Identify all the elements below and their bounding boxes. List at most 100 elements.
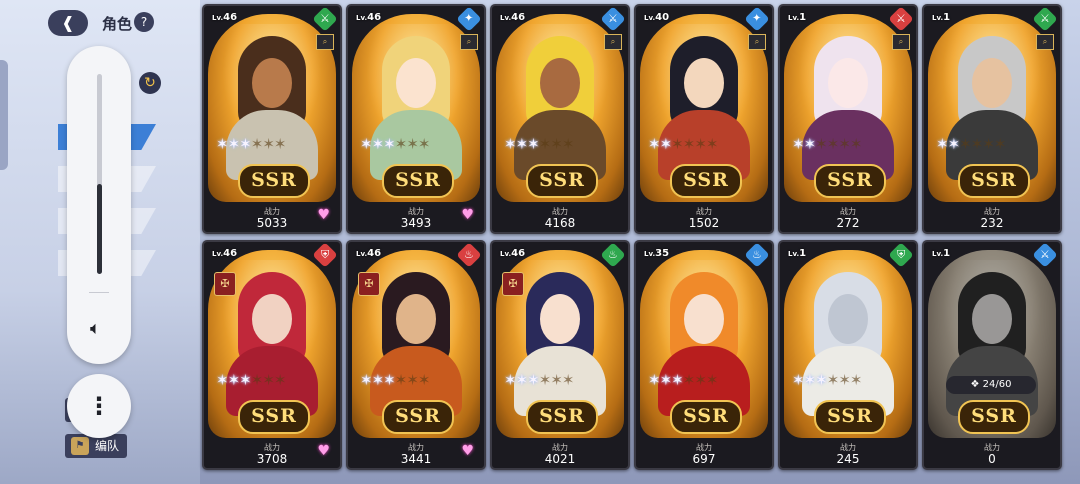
character-card[interactable]: Lv.46 ⚔ ⌕ ✶✶✶✶✶✶ SSR 战力 5033 ♥ [202, 4, 342, 234]
level-prefix: Lv. [644, 250, 656, 258]
character-card[interactable]: Lv.40 ✦ ⌕ ✶✶✶✶✶✶ SSR 战力 1502 [634, 4, 774, 234]
star-icon: ✶ [515, 135, 529, 153]
star-icon: ✶ [705, 371, 719, 389]
star-icon: ✶ [959, 135, 972, 153]
portrait-face [828, 58, 868, 108]
class-icon: ⌕ [892, 34, 910, 50]
star-icon: ✶ [216, 135, 229, 153]
character-card[interactable]: Lv.46 ♨ ✠ ✶✶✶✶✶✶ SSR 战力 3441 ♥ [346, 240, 486, 470]
star-icon: ✶ [550, 135, 563, 153]
heart-icon[interactable]: ♥ [461, 207, 474, 223]
speaker-icon[interactable]: 🔈︎ [90, 318, 101, 339]
portrait-face [828, 294, 868, 344]
star-rating: ✶✶✶✶✶✶ [792, 136, 902, 152]
star-icon: ✶ [694, 135, 707, 153]
back-arrow-icon: ❰ [61, 13, 75, 32]
level-label: Lv.35 [644, 248, 669, 259]
star-icon: ✶ [417, 135, 431, 153]
star-icon: ✶ [227, 135, 241, 153]
heart-icon[interactable]: ♥ [461, 443, 474, 459]
star-icon: ✶ [682, 371, 696, 389]
heart-icon[interactable]: ♥ [317, 207, 330, 223]
level-value: 1 [943, 248, 951, 259]
combat-power-value: 1502 [688, 216, 720, 230]
character-card[interactable]: Lv.46 ♨ ✠ ✶✶✶✶✶✶ SSR 战力 4021 [490, 240, 630, 470]
star-icon: ✶ [406, 135, 419, 153]
shard-progress: ❖ 24/60 [946, 376, 1036, 394]
star-rating: ✶✶✶✶✶✶ [360, 136, 470, 152]
star-icon: ✶ [239, 371, 252, 389]
character-card[interactable]: Lv.1 ⚔ ⌕ ✶✶✶✶✶✶ SSR 战力 272 [778, 4, 918, 234]
combat-power-value: 697 [692, 452, 716, 466]
star-rating: ✶✶✶✶✶✶ [792, 372, 902, 388]
portrait-face [540, 58, 580, 108]
star-icon: ✶ [849, 371, 863, 389]
volume-panel: 🔈︎ [67, 46, 131, 364]
level-prefix: Lv. [356, 250, 368, 258]
level-value: 46 [223, 12, 238, 23]
star-icon: ✶ [815, 371, 828, 389]
class-icon: ⌕ [604, 34, 622, 50]
character-card[interactable]: Lv.46 ⛨ ✠ ✶✶✶✶✶✶ SSR 战力 3708 ♥ [202, 240, 342, 470]
star-icon: ✶ [371, 371, 385, 389]
character-card[interactable]: Lv.1 ⚔ ⌕ ✶✶✶✶✶✶ SSR 战力 232 [922, 4, 1062, 234]
star-icon: ✶ [970, 135, 984, 153]
refresh-icon: ↻ [144, 75, 156, 91]
level-label: Lv.46 [500, 12, 525, 23]
level-prefix: Lv. [500, 14, 512, 22]
level-prefix: Lv. [356, 14, 368, 22]
portrait-face [252, 58, 292, 108]
star-icon: ✶ [705, 135, 719, 153]
level-prefix: Lv. [788, 250, 800, 258]
team-icon: ⚑ [71, 437, 89, 455]
star-icon: ✶ [682, 135, 696, 153]
level-prefix: Lv. [788, 14, 800, 22]
class-icon: ⌕ [460, 34, 478, 50]
combat-power-value: 245 [836, 452, 860, 466]
star-rating: ✶✶✶✶✶✶ [360, 372, 470, 388]
back-button[interactable]: ❰ [48, 10, 88, 36]
portrait-face [396, 58, 436, 108]
side-drawer-handle[interactable] [0, 60, 8, 170]
portrait-face [396, 294, 436, 344]
level-value: 35 [655, 248, 670, 259]
character-card[interactable]: Lv.35 ♨ ✶✶✶✶✶✶ SSR 战力 697 [634, 240, 774, 470]
star-icon: ✶ [538, 371, 552, 389]
star-icon: ✶ [815, 135, 828, 153]
level-prefix: Lv. [644, 14, 656, 22]
star-icon: ✶ [936, 135, 949, 153]
rarity-badge: SSR [670, 400, 742, 434]
star-icon: ✶ [694, 371, 707, 389]
class-icon: ⌕ [1036, 34, 1054, 50]
team-badge-icon: ✠ [214, 272, 236, 296]
character-card[interactable]: Lv.46 ✦ ⌕ ✶✶✶✶✶✶ SSR 战力 3493 ♥ [346, 4, 486, 234]
level-value: 46 [367, 12, 382, 23]
class-icon: ⌕ [316, 34, 334, 50]
volume-level[interactable] [97, 184, 102, 274]
refresh-button[interactable]: ↻ [139, 72, 161, 94]
rarity-badge: SSR [526, 164, 598, 198]
star-icon: ✶ [383, 371, 396, 389]
rarity-badge: SSR [958, 164, 1030, 198]
level-value: 46 [367, 248, 382, 259]
star-icon: ✶ [262, 135, 275, 153]
star-rating: ✶✶✶✶✶✶ [936, 136, 1046, 152]
combat-power-value: 272 [836, 216, 860, 230]
character-card[interactable]: Lv.1 ⚔ ❖ 24/60 SSR 战力 0 [922, 240, 1062, 470]
star-icon: ✶ [792, 135, 805, 153]
page-title: 角色 [102, 15, 133, 33]
star-icon: ✶ [538, 135, 552, 153]
rarity-badge: SSR [670, 164, 742, 198]
character-card[interactable]: Lv.46 ⚔ ⌕ ✶✶✶✶✶✶ SSR 战力 4168 [490, 4, 630, 234]
star-icon: ✶ [561, 135, 575, 153]
level-label: Lv.46 [500, 248, 525, 259]
help-button[interactable]: ? [134, 12, 154, 32]
star-icon: ✶ [273, 135, 287, 153]
more-options-button[interactable]: ⋮ [67, 374, 131, 438]
team-badge-icon: ✠ [358, 272, 380, 296]
level-prefix: Lv. [500, 250, 512, 258]
star-icon: ✶ [826, 371, 840, 389]
character-card[interactable]: Lv.1 ⛨ ✶✶✶✶✶✶ SSR 战力 245 [778, 240, 918, 470]
heart-icon[interactable]: ♥ [317, 443, 330, 459]
star-icon: ✶ [394, 371, 408, 389]
